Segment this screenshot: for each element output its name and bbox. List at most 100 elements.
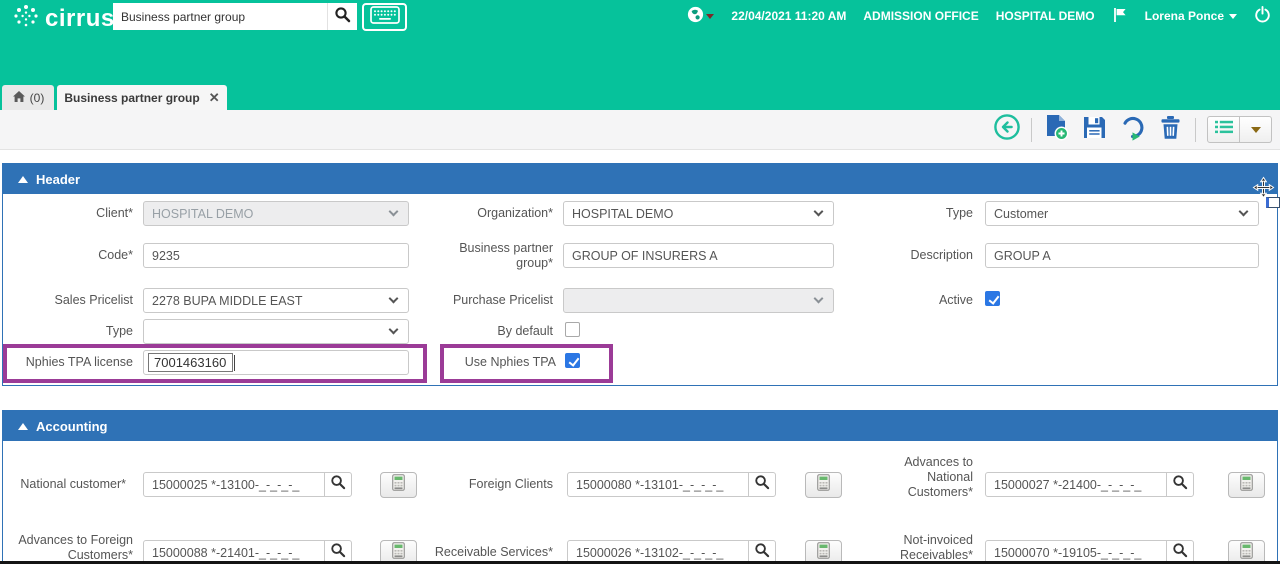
save-floppy-icon xyxy=(1082,115,1107,145)
calculator-icon xyxy=(817,474,830,496)
global-search-input[interactable] xyxy=(113,3,327,30)
organization-label: Organization* xyxy=(477,206,553,220)
chevron-down-icon xyxy=(388,324,399,335)
type2-label: Type xyxy=(105,324,133,338)
office-name[interactable]: ADMISSION OFFICE xyxy=(863,9,978,23)
header-panel-body: Client* HOSPITAL DEMO Organization* HOSP… xyxy=(3,194,1277,385)
type-value: Customer xyxy=(994,206,1049,221)
purchase-pricelist-select[interactable] xyxy=(563,288,834,313)
view-dropdown-button[interactable] xyxy=(1239,116,1272,143)
search-icon xyxy=(330,542,346,563)
globe-icon xyxy=(687,6,704,26)
sales-pricelist-value: 2278 BUPA MIDDLE EAST xyxy=(152,293,303,308)
view-switch-group xyxy=(1207,116,1272,143)
advances-national-calculator-button[interactable] xyxy=(1228,472,1265,498)
home-tab-count: (0) xyxy=(29,90,45,105)
accounting-panel-titlebar[interactable]: Accounting xyxy=(3,411,1277,441)
foreign-clients-lookup-button[interactable] xyxy=(748,472,776,497)
business-partner-group-input[interactable] xyxy=(563,243,834,268)
type2-select[interactable] xyxy=(143,319,409,344)
toolbar-separator xyxy=(1195,117,1196,142)
accounting-panel-body: National customer* Foreign Clients Advan… xyxy=(3,441,1277,564)
receivable-services-label: Receivable Services* xyxy=(434,545,553,559)
app-window: cirrus 22/04/2021 11:20 AM ADM xyxy=(0,0,1280,564)
client-select[interactable]: HOSPITAL DEMO xyxy=(143,201,409,226)
chevron-down-icon xyxy=(388,293,399,304)
foreign-clients-label: Foreign Clients xyxy=(468,477,553,491)
search-icon xyxy=(754,542,770,563)
code-input[interactable] xyxy=(143,243,409,268)
app-logo[interactable]: cirrus xyxy=(13,3,115,34)
client-label: Client* xyxy=(96,206,133,220)
sales-pricelist-label: Sales Pricelist xyxy=(54,293,134,307)
active-checkbox[interactable] xyxy=(985,291,1000,306)
virtual-keyboard-button[interactable] xyxy=(362,3,407,31)
active-label: Active xyxy=(938,293,973,307)
nphies-tpa-license-value: 7001463160 xyxy=(148,353,234,372)
national-customer-calculator-button[interactable] xyxy=(380,472,417,498)
chevron-down-icon xyxy=(1238,206,1249,217)
search-icon xyxy=(1172,542,1188,563)
new-record-button[interactable] xyxy=(1043,114,1070,146)
advances-national-input[interactable] xyxy=(985,472,1167,497)
use-nphies-tpa-checkbox[interactable] xyxy=(565,353,580,368)
calculator-icon xyxy=(1240,474,1253,496)
save-button[interactable] xyxy=(1081,116,1108,143)
use-nphies-tpa-label: Use Nphies TPA xyxy=(464,355,556,369)
globe-caret-icon xyxy=(706,13,715,19)
refresh-button[interactable] xyxy=(1119,116,1146,143)
type-label: Type xyxy=(945,206,973,220)
client-value: HOSPITAL DEMO xyxy=(152,206,254,221)
search-icon xyxy=(330,474,346,495)
description-input[interactable] xyxy=(985,243,1259,268)
top-bar: cirrus 22/04/2021 11:20 AM ADM xyxy=(0,0,1280,110)
chevron-down-icon xyxy=(813,293,824,304)
tab-close-icon[interactable]: ✕ xyxy=(209,90,220,106)
cirrus-star-icon xyxy=(13,3,39,34)
purchase-pricelist-label: Purchase Pricelist xyxy=(452,293,553,307)
home-tab[interactable]: (0) xyxy=(2,85,54,110)
accounting-panel: Accounting National customer* Foreign Cl… xyxy=(2,410,1278,564)
language-selector[interactable] xyxy=(687,6,715,26)
by-default-checkbox[interactable] xyxy=(565,322,580,337)
bp-group-label: Business partner group* xyxy=(459,241,553,270)
nphies-tpa-license-input[interactable]: 7001463160 xyxy=(143,350,409,375)
logo-text: cirrus xyxy=(45,4,115,32)
keyboard-icon xyxy=(369,5,400,29)
refresh-icon xyxy=(1119,114,1146,146)
topbar-right-cluster: 22/04/2021 11:20 AM ADMISSION OFFICE HOS… xyxy=(687,6,1271,26)
home-icon xyxy=(12,90,26,106)
advances-foreign-label: Advances to Foreign Customers* xyxy=(18,533,133,562)
search-icon xyxy=(334,6,351,28)
tab-business-partner-group[interactable]: Business partner group ✕ xyxy=(57,85,227,110)
user-name: Lorena Ponce xyxy=(1144,9,1224,23)
foreign-clients-input[interactable] xyxy=(567,472,749,497)
search-icon xyxy=(754,474,770,495)
description-label: Description xyxy=(910,248,973,262)
national-customer-input[interactable] xyxy=(143,472,325,497)
header-panel-titlebar[interactable]: Header xyxy=(3,164,1277,194)
hospital-name[interactable]: HOSPITAL DEMO xyxy=(996,9,1095,23)
new-document-icon xyxy=(1044,114,1069,146)
sales-pricelist-select[interactable]: 2278 BUPA MIDDLE EAST xyxy=(143,288,409,313)
foreign-clients-calculator-button[interactable] xyxy=(805,472,842,498)
chevron-down-icon xyxy=(388,206,399,217)
national-customer-label: National customer* xyxy=(20,477,126,491)
type-select[interactable]: Customer xyxy=(985,201,1259,226)
text-cursor xyxy=(234,354,236,371)
not-invoiced-label: Not-invoiced Receivables* xyxy=(900,533,973,562)
advances-national-lookup-button[interactable] xyxy=(1166,472,1194,497)
grid-view-button[interactable] xyxy=(1207,116,1240,143)
code-label: Code* xyxy=(98,248,133,262)
back-button[interactable] xyxy=(993,114,1020,143)
user-menu[interactable]: Lorena Ponce xyxy=(1145,9,1237,23)
datetime-text: 22/04/2021 11:20 AM xyxy=(731,9,847,23)
national-customer-lookup-button[interactable] xyxy=(324,472,352,497)
flag-icon[interactable] xyxy=(1112,7,1128,26)
organization-select[interactable]: HOSPITAL DEMO xyxy=(563,201,834,226)
global-search-button[interactable] xyxy=(327,3,357,30)
delete-button[interactable] xyxy=(1157,115,1184,143)
power-icon[interactable] xyxy=(1254,6,1271,26)
toolbar-separator xyxy=(1031,117,1032,142)
by-default-label: By default xyxy=(497,324,553,338)
